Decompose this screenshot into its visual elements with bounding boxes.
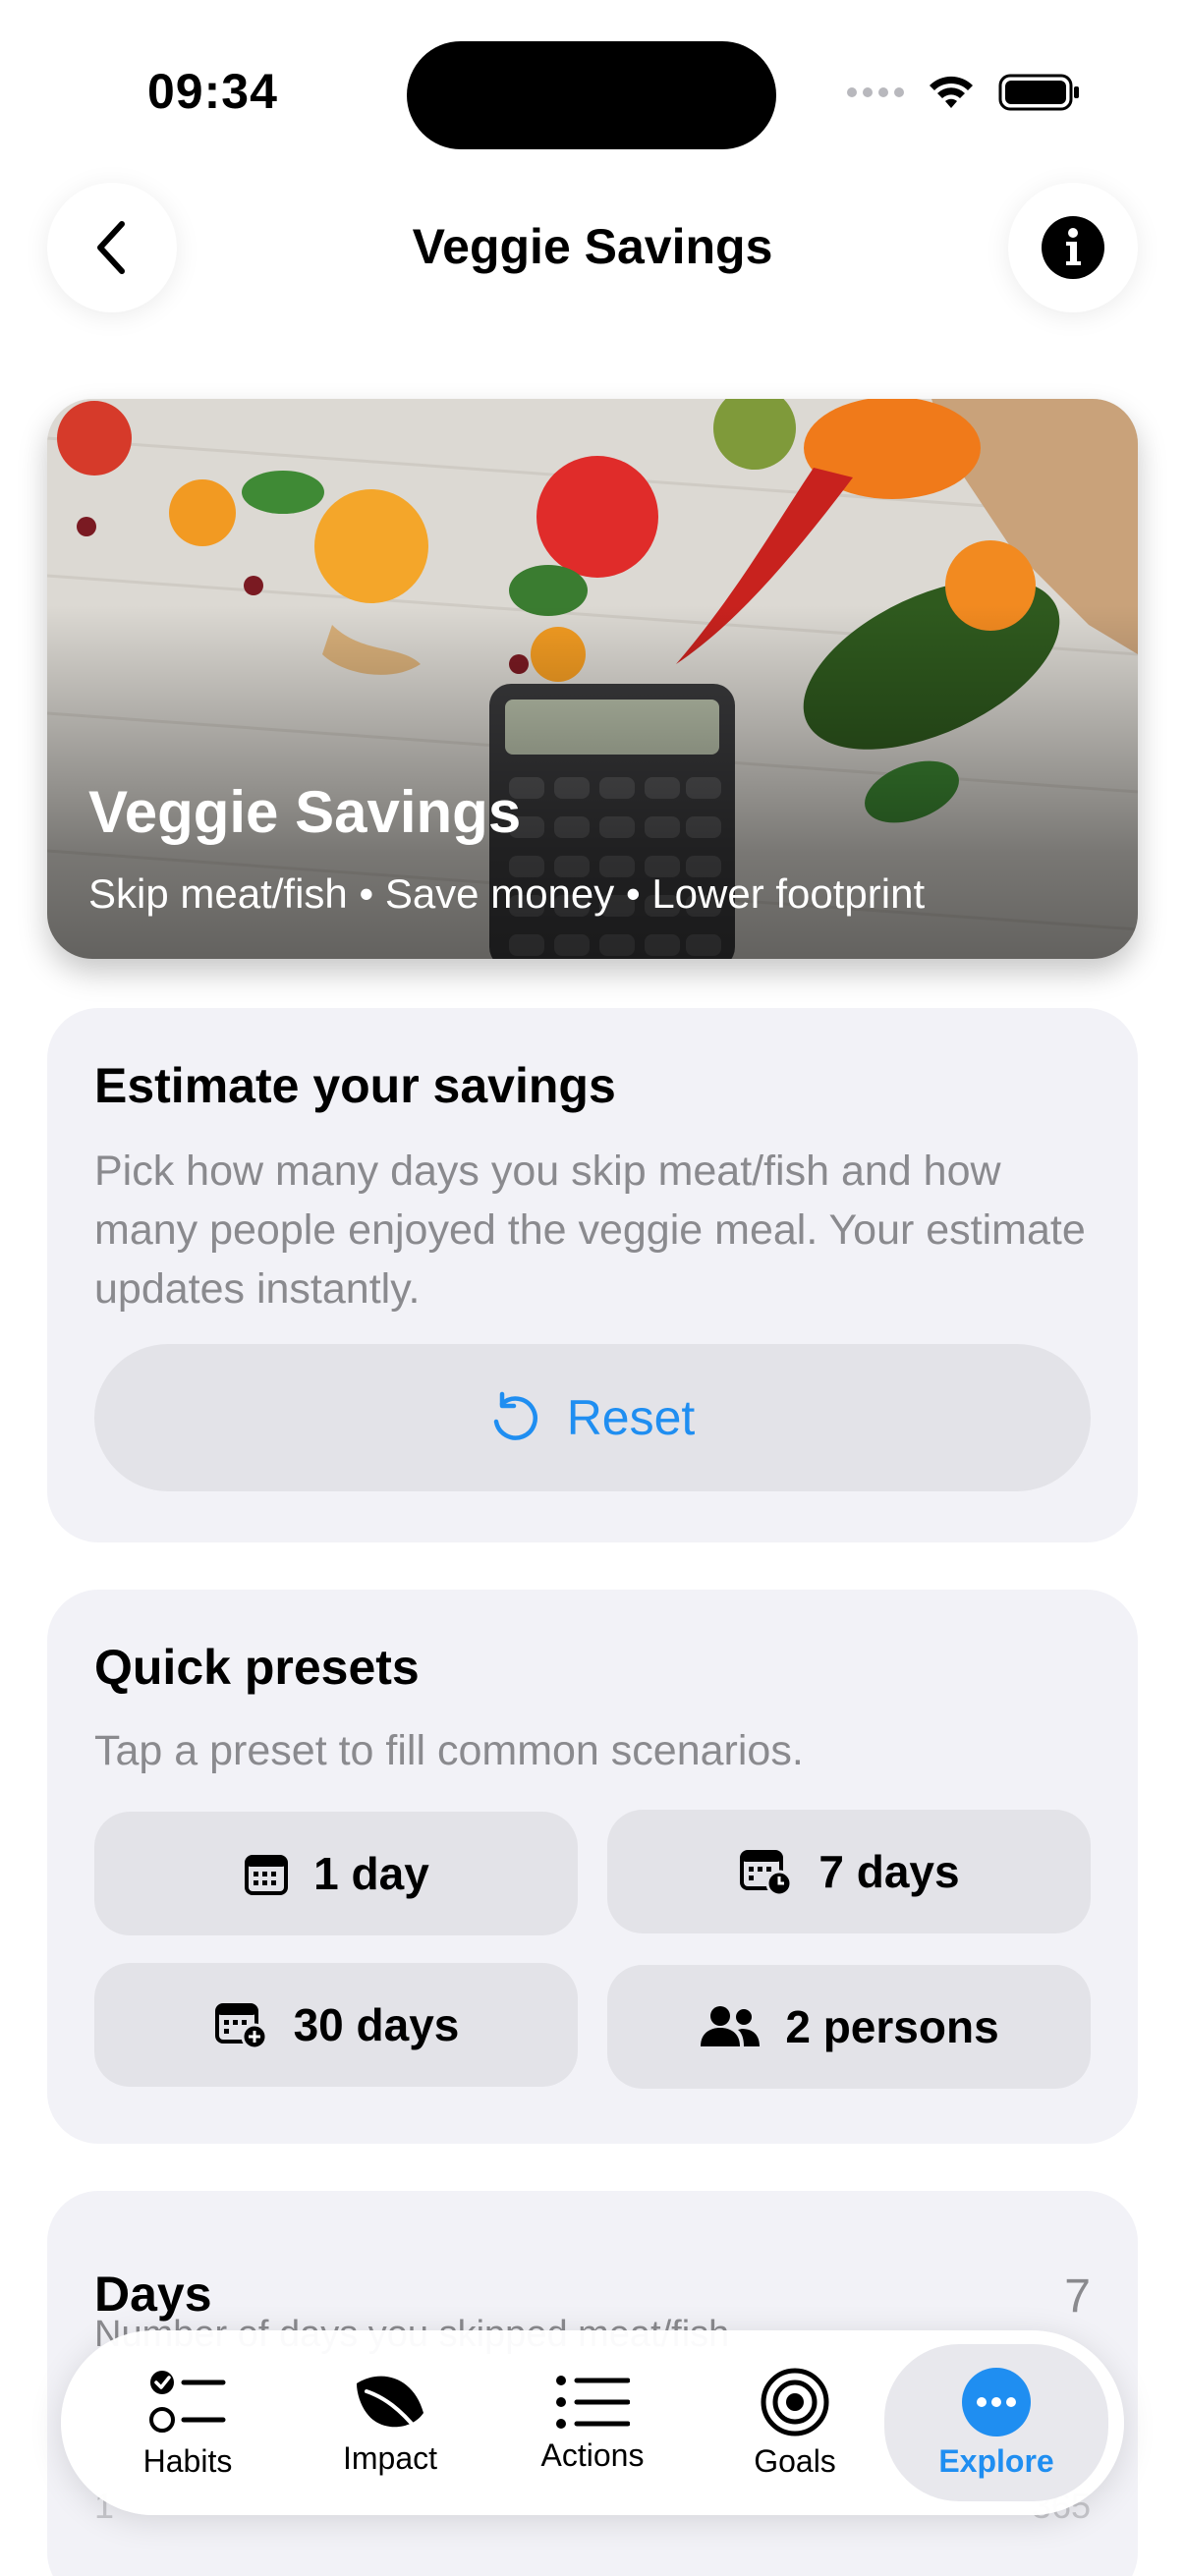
tab-explore[interactable]: Explore [884,2344,1108,2501]
calendar-plus-icon [214,2003,268,2050]
calendar-icon [245,1855,289,1895]
more-icon [962,2367,1031,2436]
tab-bar: Habits Impact Actions Goals Explore [61,2330,1124,2515]
reset-icon [493,1391,537,1440]
status-time: 09:34 [147,64,278,119]
preset-30-days-button[interactable]: 30 days [94,1963,578,2087]
estimate-card: Estimate your savings Pick how many days… [47,1008,1138,1542]
tab-habits[interactable]: Habits [94,2330,281,2515]
preset-label: 7 days [818,1846,960,1897]
list-icon [556,2375,630,2429]
preset-label: 30 days [293,1999,460,2050]
presets-title: Quick presets [94,1640,420,1695]
tab-label: Actions [540,2436,645,2473]
preset-1-day-button[interactable]: 1 day [94,1812,578,1935]
screen: 09:34 Veggie Savings Veggie Savings Skip… [0,0,1185,2576]
leaf-icon [357,2376,423,2433]
estimate-description: Pick how many days you skip meat/fish an… [94,1148,1086,1313]
target-icon [761,2368,829,2436]
tab-label: Habits [142,2442,233,2479]
reset-button[interactable]: Reset [94,1344,1091,1491]
people-icon [701,2006,761,2046]
tab-impact[interactable]: Impact [297,2330,483,2515]
estimate-title: Estimate your savings [94,1058,616,1113]
battery-icon [998,74,1079,111]
status-icons [847,73,1081,112]
tab-label: Explore [938,2442,1054,2479]
presets-description: Tap a preset to fill common scenarios. [94,1727,804,1774]
tab-goals[interactable]: Goals [702,2330,888,2515]
info-button[interactable] [1008,183,1138,312]
cellular-icon [847,87,904,97]
reset-label: Reset [566,1390,696,1445]
checklist-icon [149,2370,226,2433]
preset-2-persons-button[interactable]: 2 persons [607,1965,1091,2089]
tab-label: Impact [342,2439,438,2476]
calendar-clock-icon [740,1850,793,1897]
wifi-icon [930,76,973,108]
tab-actions[interactable]: Actions [499,2330,686,2515]
presets-card: Quick presets Tap a preset to fill commo… [47,1590,1138,2144]
hero-title: Veggie Savings [88,779,522,845]
info-icon [1042,216,1104,279]
tab-label: Goals [754,2442,836,2479]
preset-7-days-button[interactable]: 7 days [607,1810,1091,1933]
dynamic-island [407,41,776,149]
hero-card: Veggie Savings Skip meat/fish • Save mon… [47,399,1138,959]
preset-label: 2 persons [785,2001,999,2052]
preset-label: 1 day [313,1848,429,1899]
hero-subtitle: Skip meat/fish • Save money • Lower foot… [88,870,926,917]
